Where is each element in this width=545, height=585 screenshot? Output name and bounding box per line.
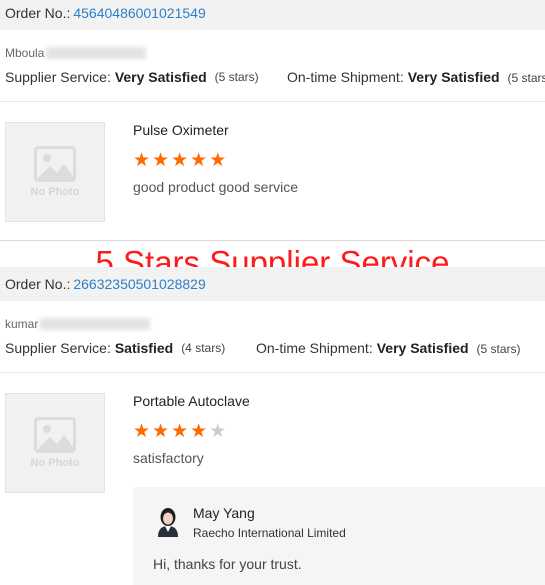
- reply-text: Hi, thanks for your trust.: [153, 556, 302, 572]
- order-bar: Order No.: 26632350501028829: [0, 267, 545, 301]
- product-photo-placeholder: No Photo: [5, 393, 105, 493]
- supplier-service-stars: (4 stars): [181, 341, 226, 355]
- ontime-shipment: On-time Shipment:Very Satisfied (5 stars): [256, 340, 521, 356]
- product-photo-placeholder: No Photo: [5, 122, 105, 222]
- buyer-name: Mboula: [5, 46, 147, 60]
- avatar: [153, 505, 183, 537]
- reply-company: Raecho International Limited: [193, 526, 346, 540]
- star-rating: ★ ★ ★ ★ ★: [133, 422, 226, 441]
- product-name: Pulse Oximeter: [133, 122, 229, 138]
- ontime-shipment: On-time Shipment:Very Satisfied (5 stars): [287, 69, 545, 85]
- star-icon: ★: [133, 150, 151, 171]
- supplier-service-stars: (5 stars): [214, 70, 259, 84]
- order-number-link[interactable]: 45640486001021549: [73, 5, 205, 21]
- no-photo-label: No Photo: [30, 186, 80, 198]
- star-icon: ★: [171, 150, 189, 171]
- ontime-value: Very Satisfied: [376, 340, 469, 356]
- star-rating: ★ ★ ★ ★ ★: [133, 151, 226, 170]
- image-icon: [34, 146, 76, 182]
- image-icon: [34, 417, 76, 453]
- divider: [0, 101, 545, 102]
- rating-row: Supplier Service: Satisfied (4 stars) On…: [5, 340, 545, 356]
- order-label: Order No.:: [5, 5, 71, 21]
- product-name: Portable Autoclave: [133, 393, 250, 409]
- star-icon: ★: [152, 150, 170, 171]
- supplier-reply: May Yang Raecho International Limited Hi…: [133, 487, 545, 585]
- reply-author-name: May Yang: [193, 505, 255, 521]
- buyer-name-text: Mboula: [5, 46, 45, 60]
- order-label: Order No.:: [5, 276, 71, 292]
- order-number-link[interactable]: 26632350501028829: [73, 276, 205, 292]
- masked-name: [40, 318, 151, 330]
- review-comment: satisfactory: [133, 450, 204, 466]
- supplier-service-value: Very Satisfied: [114, 69, 207, 85]
- no-photo-label: No Photo: [30, 457, 80, 469]
- supplier-service-label: Supplier Service:: [5, 340, 111, 356]
- star-icon: ★: [152, 421, 170, 442]
- masked-name: [46, 47, 147, 59]
- ontime-stars: (5 stars): [507, 71, 545, 85]
- star-icon: ★: [190, 421, 208, 442]
- ontime-label: On-time Shipment:: [256, 340, 373, 356]
- supplier-service-label: Supplier Service:: [5, 69, 111, 85]
- star-icon: ★: [190, 150, 208, 171]
- rating-row: Supplier Service: Very Satisfied (5 star…: [5, 69, 545, 85]
- divider: [0, 372, 545, 373]
- supplier-service-value: Satisfied: [114, 340, 174, 356]
- ontime-value: Very Satisfied: [407, 69, 500, 85]
- star-icon: ★: [171, 421, 189, 442]
- ontime-label: On-time Shipment:: [287, 69, 404, 85]
- star-icon: ★: [133, 421, 151, 442]
- ontime-stars: (5 stars): [476, 342, 521, 356]
- buyer-name: kumar: [5, 317, 151, 331]
- buyer-name-text: kumar: [5, 317, 39, 331]
- star-icon: ★: [209, 421, 227, 442]
- order-bar: Order No.: 45640486001021549: [0, 0, 545, 30]
- review-comment: good product good service: [133, 179, 298, 195]
- star-icon: ★: [209, 150, 227, 171]
- divider: [0, 240, 545, 241]
